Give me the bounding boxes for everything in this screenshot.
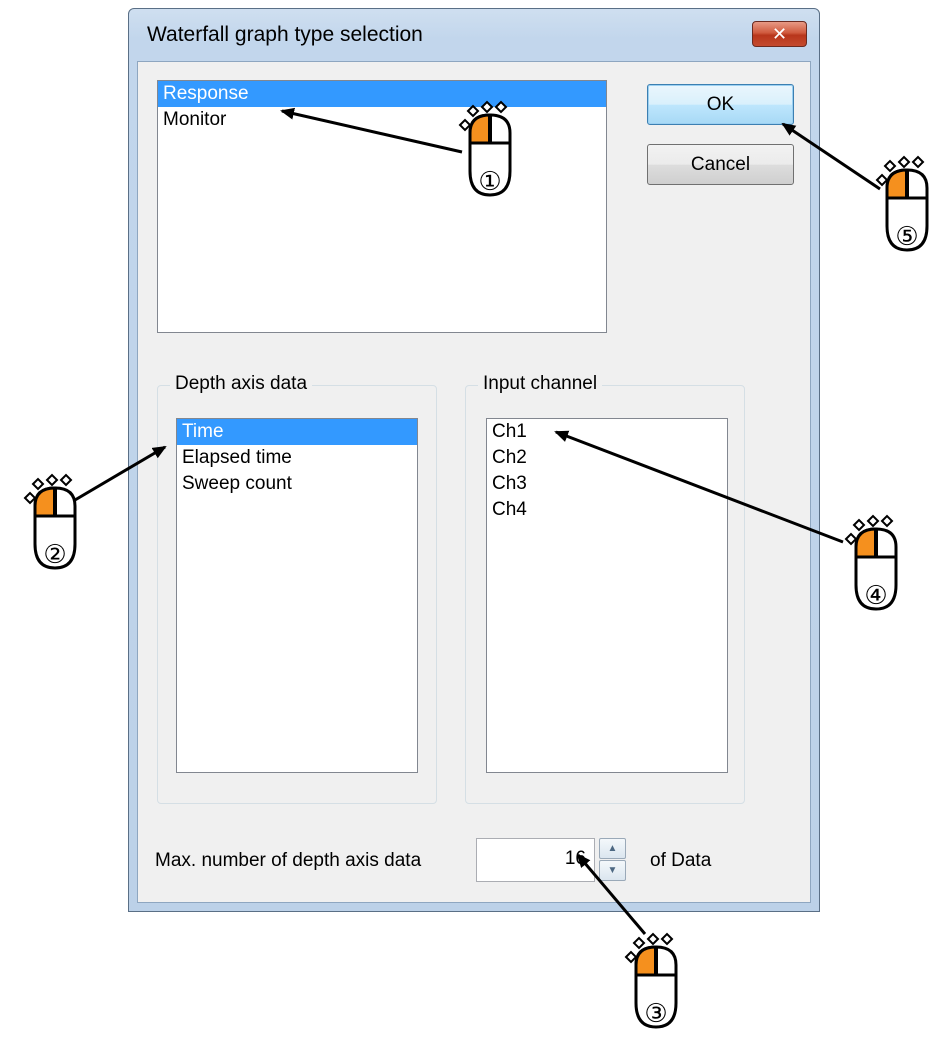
step-2-label: ② <box>43 540 66 570</box>
arrow-3 <box>575 840 640 854</box>
arrow-3-visible <box>576 853 647 935</box>
arrow-5 <box>781 122 881 191</box>
step-3-label: ③ <box>644 999 667 1029</box>
step-1-label: ① <box>478 167 501 197</box>
arrow-3-main <box>580 838 642 856</box>
arrow-3-line <box>578 838 638 857</box>
arrow-4 <box>554 430 844 544</box>
arrow-1 <box>280 107 463 154</box>
instruction-overlay: ① ② ③ ④ ⑤ <box>23 100 929 1029</box>
step-4-label: ④ <box>864 581 887 611</box>
step-5-label: ⑤ <box>895 222 918 252</box>
arrow-2 <box>74 445 167 502</box>
